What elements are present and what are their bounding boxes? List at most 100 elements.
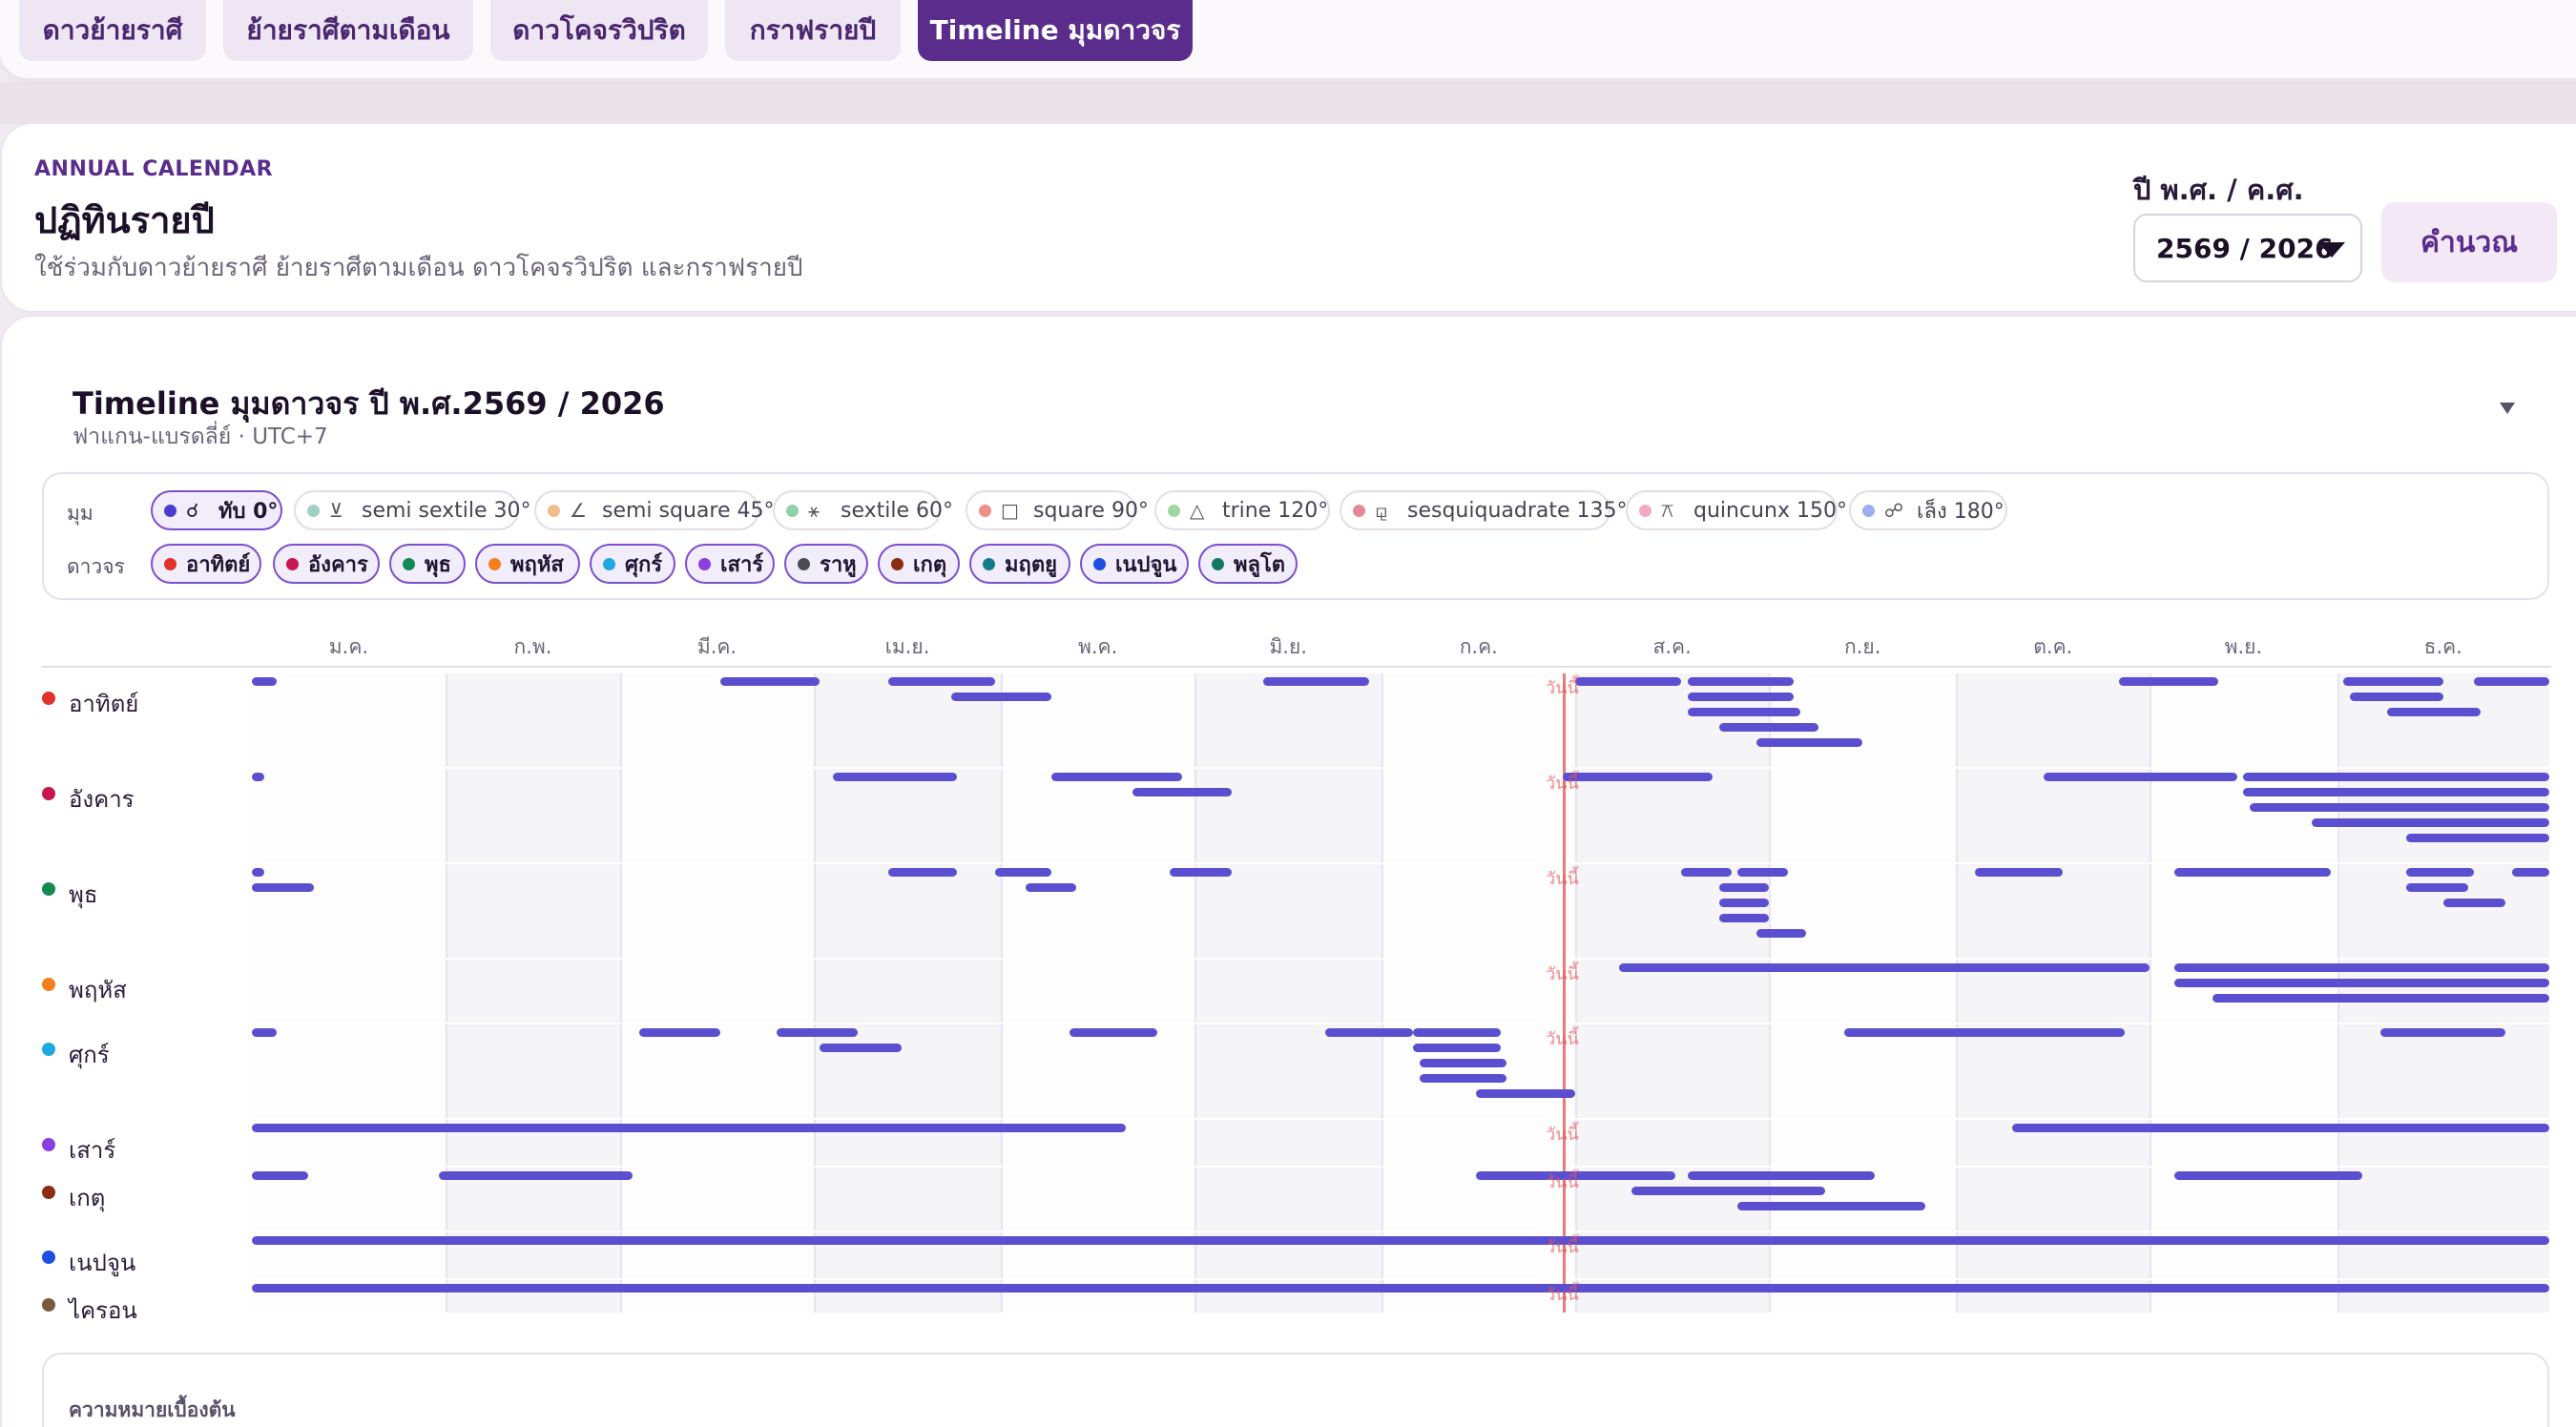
aspect-chip[interactable]: ⚻ quincunx 150° bbox=[1626, 490, 1847, 530]
aspect-bar[interactable] bbox=[252, 883, 315, 892]
aspect-bar[interactable] bbox=[1843, 1028, 2126, 1037]
aspect-bar[interactable] bbox=[1718, 899, 1770, 907]
aspect-chip[interactable]: ⊻ semi sextile 30° bbox=[294, 490, 531, 530]
aspect-bar[interactable] bbox=[2442, 899, 2506, 907]
aspect-bar[interactable] bbox=[1026, 883, 1076, 892]
aspect-bar[interactable] bbox=[1419, 1059, 1507, 1067]
aspect-bar[interactable] bbox=[1631, 1187, 1825, 1195]
planet-chip[interactable]: พลูโต bbox=[1198, 544, 1298, 584]
aspect-bar[interactable] bbox=[1413, 1028, 1501, 1037]
tab-aspect-timeline[interactable]: Timeline มุมดาวจร bbox=[918, 0, 1193, 61]
aspect-bar[interactable] bbox=[252, 1171, 308, 1180]
aspect-bar[interactable] bbox=[1688, 677, 1795, 686]
aspect-bar[interactable] bbox=[2405, 883, 2468, 892]
aspect-bar[interactable] bbox=[2174, 1171, 2362, 1180]
planet-chip[interactable]: เสาร์ bbox=[685, 544, 775, 584]
aspect-bar[interactable] bbox=[2174, 963, 2549, 972]
aspect-bar[interactable] bbox=[888, 677, 995, 686]
aspect-bar[interactable] bbox=[1681, 868, 1732, 877]
aspect-chip[interactable]: △ trine 120° bbox=[1154, 490, 1330, 530]
aspect-bar[interactable] bbox=[439, 1171, 634, 1180]
aspect-bar[interactable] bbox=[2349, 693, 2443, 701]
calculate-button[interactable]: คำนวณ bbox=[2381, 202, 2557, 282]
aspect-bar[interactable] bbox=[2474, 677, 2549, 686]
aspect-bar[interactable] bbox=[1718, 723, 1819, 732]
aspect-bar[interactable] bbox=[2174, 868, 2331, 877]
aspect-bar[interactable] bbox=[1325, 1028, 1414, 1037]
aspect-chip[interactable]: ∠ semi square 45° bbox=[534, 490, 774, 530]
aspect-bar[interactable] bbox=[2249, 803, 2549, 812]
aspect-bar[interactable] bbox=[1169, 868, 1233, 877]
aspect-bar[interactable] bbox=[2312, 818, 2549, 827]
tab-annual-graph[interactable]: กราฟรายปี bbox=[725, 0, 901, 61]
year-select[interactable]: 2569 / 2026 bbox=[2133, 214, 2362, 282]
planet-chip[interactable]: พุธ bbox=[389, 544, 466, 584]
aspect-bar[interactable] bbox=[1688, 708, 1800, 716]
aspect-bar[interactable] bbox=[1755, 738, 1863, 747]
aspect-bar[interactable] bbox=[1050, 773, 1182, 781]
aspect-bar[interactable] bbox=[252, 677, 278, 686]
aspect-bar[interactable] bbox=[2118, 677, 2219, 686]
aspect-bar[interactable] bbox=[638, 1028, 720, 1037]
aspect-chip[interactable]: □ square 90° bbox=[966, 490, 1149, 530]
aspect-bar[interactable] bbox=[252, 1236, 2549, 1245]
aspect-bar[interactable] bbox=[994, 868, 1051, 877]
aspect-bar[interactable] bbox=[252, 1028, 278, 1037]
planet-chip[interactable]: เกตุ bbox=[878, 544, 960, 584]
collapse-caret-icon[interactable] bbox=[2500, 403, 2515, 414]
tab-retrograde[interactable]: ดาวโคจรวิปริต bbox=[490, 0, 708, 61]
aspect-bar[interactable] bbox=[252, 1284, 2549, 1293]
aspect-bar[interactable] bbox=[1718, 914, 1770, 922]
planet-chip[interactable]: ศุกร์ bbox=[590, 544, 675, 584]
aspect-bar[interactable] bbox=[1975, 868, 2063, 877]
aspect-bar[interactable] bbox=[1688, 693, 1795, 701]
aspect-bar[interactable] bbox=[1563, 773, 1714, 781]
aspect-bar[interactable] bbox=[2012, 1124, 2549, 1132]
aspect-bar[interactable] bbox=[1755, 929, 1807, 938]
aspect-bar[interactable] bbox=[2043, 773, 2237, 781]
planet-chip[interactable]: พฤหัส bbox=[475, 544, 580, 584]
aspect-bar[interactable] bbox=[832, 773, 958, 781]
aspect-bar[interactable] bbox=[1575, 677, 1682, 686]
aspect-bar[interactable] bbox=[252, 1124, 1127, 1132]
aspect-bar[interactable] bbox=[1619, 963, 2150, 972]
aspect-bar[interactable] bbox=[1475, 1089, 1576, 1098]
planet-chip[interactable]: ราหู bbox=[784, 544, 868, 584]
aspect-bar[interactable] bbox=[1263, 677, 1370, 686]
aspect-bar[interactable] bbox=[719, 677, 821, 686]
aspect-bar[interactable] bbox=[1413, 1044, 1501, 1052]
tab-sign-by-month[interactable]: ย้ายราศีตามเดือน bbox=[223, 0, 473, 61]
aspect-bar[interactable] bbox=[776, 1028, 858, 1037]
planet-chip[interactable]: มฤตยู bbox=[969, 544, 1070, 584]
planet-chip[interactable]: อาทิตย์ bbox=[151, 544, 261, 584]
aspect-bar[interactable] bbox=[252, 773, 265, 781]
aspect-chip[interactable]: ⚼ sesquiquadrate 135° bbox=[1340, 490, 1628, 530]
aspect-bar[interactable] bbox=[950, 693, 1051, 701]
aspect-chip[interactable]: ☌ ทับ 0° bbox=[151, 490, 282, 530]
aspect-bar[interactable] bbox=[2405, 834, 2549, 842]
aspect-bar[interactable] bbox=[2386, 708, 2481, 716]
aspect-bar[interactable] bbox=[1737, 868, 1788, 877]
aspect-bar[interactable] bbox=[2343, 677, 2443, 686]
aspect-bar[interactable] bbox=[2243, 773, 2549, 781]
aspect-bar[interactable] bbox=[2380, 1028, 2506, 1037]
aspect-chip[interactable]: ☍ เล็ง 180° bbox=[1849, 490, 2007, 530]
tab-transit-sign[interactable]: ดาวย้ายราศี bbox=[19, 0, 206, 61]
aspect-bar[interactable] bbox=[2243, 788, 2549, 796]
aspect-bar[interactable] bbox=[2511, 868, 2549, 877]
aspect-bar[interactable] bbox=[2405, 868, 2475, 877]
aspect-chip[interactable]: ⚹ sextile 60° bbox=[773, 490, 953, 530]
aspect-bar[interactable] bbox=[252, 868, 265, 877]
planet-chip[interactable]: เนปจูน bbox=[1080, 544, 1189, 584]
aspect-bar[interactable] bbox=[2212, 994, 2549, 1003]
aspect-bar[interactable] bbox=[1718, 883, 1770, 892]
aspect-bar[interactable] bbox=[1737, 1202, 1925, 1210]
aspect-bar[interactable] bbox=[888, 868, 958, 877]
aspect-bar[interactable] bbox=[820, 1044, 902, 1052]
aspect-bar[interactable] bbox=[1132, 788, 1233, 796]
aspect-bar[interactable] bbox=[1070, 1028, 1157, 1037]
aspect-bar[interactable] bbox=[2174, 979, 2549, 987]
planet-chip[interactable]: อังคาร bbox=[273, 544, 380, 584]
aspect-bar[interactable] bbox=[1419, 1074, 1507, 1083]
aspect-bar[interactable] bbox=[1688, 1171, 1876, 1180]
